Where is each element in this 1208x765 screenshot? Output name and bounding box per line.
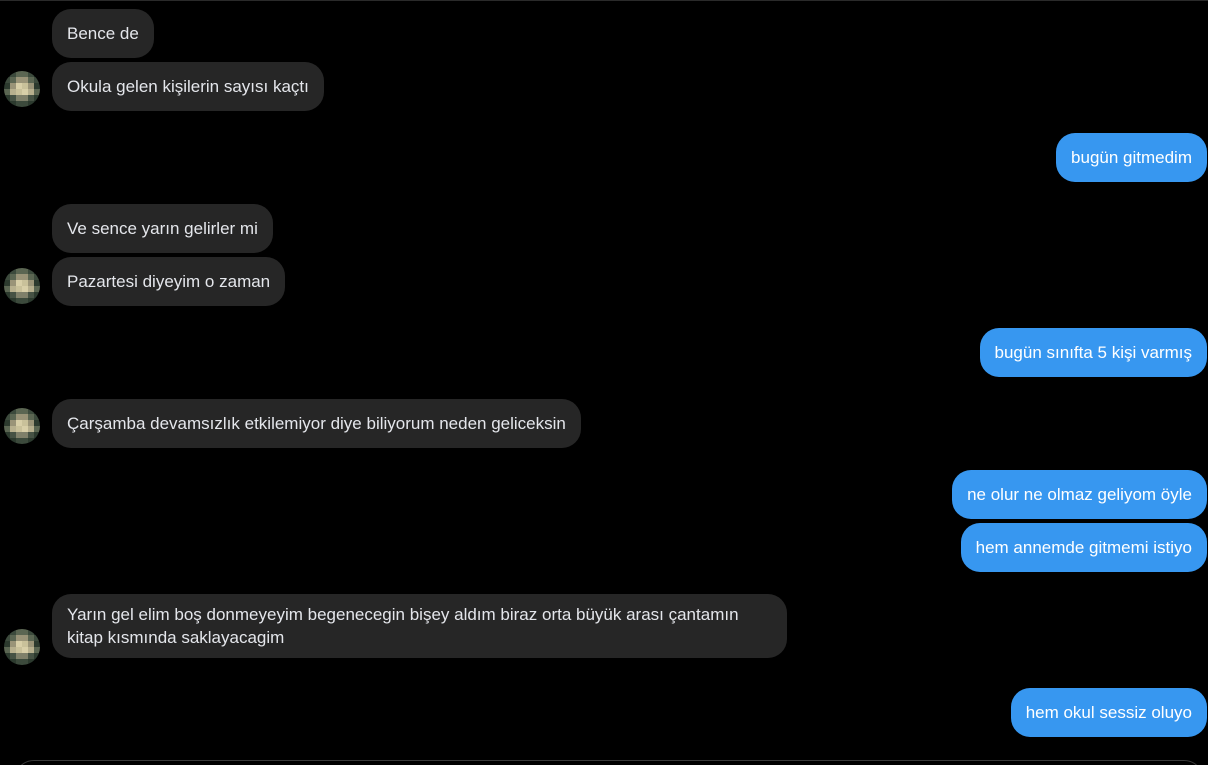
outgoing-message[interactable]: hem annemde gitmemi istiyo — [960, 523, 1207, 572]
incoming-message[interactable]: Yarın gel elim boş donmeyeyim begenecegi… — [52, 594, 787, 658]
incoming-message[interactable]: Ve sence yarın gelirler mi — [52, 204, 273, 253]
avatar[interactable] — [4, 268, 40, 304]
incoming-message[interactable]: Pazartesi diyeyim o zaman — [52, 257, 286, 306]
avatar-pixel — [34, 298, 40, 304]
outgoing-message[interactable]: bugün gitmedim — [1056, 133, 1207, 182]
message-composer[interactable] — [14, 760, 1204, 765]
outgoing-message[interactable]: hem okul sessiz oluyo — [1010, 688, 1207, 737]
header-divider — [0, 0, 1208, 1]
outgoing-message[interactable]: bugün sınıfta 5 kişi varmış — [979, 328, 1207, 377]
avatar-pixel — [34, 659, 40, 665]
chat-thread: Bence de Okula gelen kişilerin sayısı ka… — [0, 0, 1208, 765]
avatar-pixel — [34, 438, 40, 444]
avatar[interactable] — [4, 408, 40, 444]
incoming-message[interactable]: Okula gelen kişilerin sayısı kaçtı — [52, 62, 324, 111]
incoming-message[interactable]: Bence de — [52, 9, 154, 58]
avatar[interactable] — [4, 71, 40, 107]
avatar[interactable] — [4, 629, 40, 665]
incoming-message[interactable]: Çarşamba devamsızlık etkilemiyor diye bi… — [52, 399, 581, 448]
outgoing-message[interactable]: ne olur ne olmaz geliyom öyle — [952, 470, 1207, 519]
avatar-pixel — [34, 101, 40, 107]
